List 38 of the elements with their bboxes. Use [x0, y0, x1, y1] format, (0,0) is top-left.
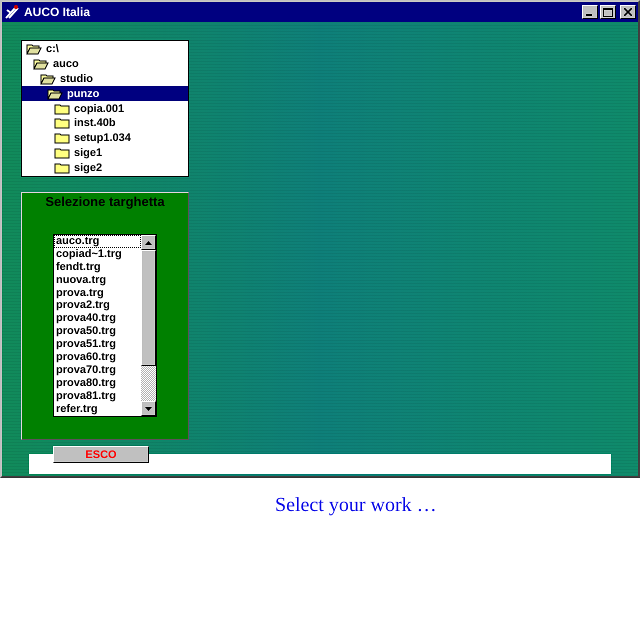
close-icon [624, 8, 632, 16]
scroll-down-button[interactable] [141, 401, 156, 416]
tree-item[interactable]: copia.001 [72, 102, 126, 115]
panel-title: Selezione targhetta [45, 194, 165, 209]
window-title: AUCO Italia [24, 5, 92, 19]
file-list-item[interactable]: fendt.trg [54, 260, 141, 274]
scrollbar[interactable] [141, 235, 156, 416]
file-list-item[interactable]: copiad~1.trg [54, 248, 141, 261]
maximize-icon [603, 8, 613, 16]
file-list-item[interactable]: nuova.trg [54, 274, 141, 287]
down-arrow-icon [145, 406, 152, 410]
status-message: Select your work … [275, 494, 438, 517]
file-list-item[interactable]: prova81.trg [54, 390, 141, 403]
file-list-item[interactable]: prova40.trg [54, 312, 141, 326]
file-list-item[interactable]: prova51.trg [54, 338, 141, 352]
tree-item[interactable]: setup1.034 [72, 132, 133, 144]
maximize-button[interactable] [600, 5, 616, 19]
tree-item[interactable]: sige1 [72, 146, 104, 159]
tree-item[interactable]: punzo [65, 88, 102, 100]
up-arrow-icon [145, 240, 152, 244]
tree-item[interactable]: auco [51, 58, 81, 70]
file-list-item[interactable]: prova.trg [54, 286, 141, 300]
file-list-item[interactable]: prova80.trg [54, 376, 141, 390]
tree-item[interactable]: studio [58, 72, 95, 85]
file-list-item[interactable]: prova2.trg [54, 299, 141, 312]
file-list-item[interactable]: prova50.trg [54, 325, 141, 338]
file-list-item[interactable]: auco.trg [54, 235, 141, 248]
app-icon [4, 4, 20, 20]
close-button[interactable] [620, 5, 636, 19]
file-list-item[interactable]: refer.trg [54, 402, 141, 416]
tree-item[interactable]: inst.40b [72, 117, 118, 130]
scroll-thumb[interactable] [141, 250, 156, 366]
tree-item[interactable]: sige2 [72, 162, 104, 174]
minimize-button[interactable] [582, 5, 598, 19]
file-list-item[interactable]: prova60.trg [54, 351, 141, 364]
tree-item[interactable]: c:\ [44, 43, 61, 56]
file-list-item[interactable]: prova70.trg [54, 364, 141, 377]
scroll-up-button[interactable] [141, 235, 156, 250]
